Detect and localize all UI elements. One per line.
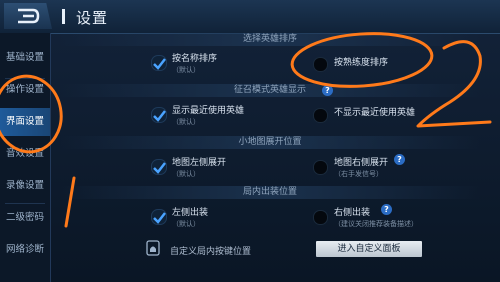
- option-checked[interactable]: [151, 159, 167, 175]
- option-radio[interactable]: [313, 210, 328, 225]
- section-header-draft-display: 征召模式英雄显示: [60, 84, 480, 97]
- sidebar-item-controls[interactable]: 操作设置: [0, 76, 50, 104]
- option-default-note: （默认）: [172, 170, 200, 178]
- sidebar: 基础设置 操作设置 界面设置 音效设置 录像设置 二级密码 网络诊断: [0, 33, 51, 282]
- option-label[interactable]: 显示最近使用英雄: [172, 103, 244, 116]
- top-bar: 设置: [0, 0, 500, 34]
- option-default-note: （默认）: [172, 220, 200, 228]
- option-note: （建议关闭推荐装备描述）: [334, 220, 418, 228]
- option-checked[interactable]: [151, 55, 167, 71]
- section-header-hero-sort: 选择英雄排序: [60, 33, 480, 46]
- option-default-note: （默认）: [172, 66, 200, 74]
- option-radio[interactable]: [313, 57, 328, 72]
- page-title: 设置: [76, 9, 109, 27]
- option-label[interactable]: 不显示最近使用英雄: [334, 105, 415, 118]
- title-accent: [62, 9, 65, 24]
- checkmark-icon: [153, 162, 166, 174]
- help-icon[interactable]: ?: [381, 204, 392, 215]
- section-header-minimap: 小地图展开位置: [60, 136, 480, 149]
- sidebar-item-replay[interactable]: 录像设置: [0, 172, 50, 200]
- option-default-note: （默认）: [172, 118, 200, 126]
- option-label[interactable]: 地图右侧展开: [334, 155, 388, 168]
- settings-content: 选择英雄排序 按名称排序 （默认） 按熟练度排序 征召模式英雄显示 ? 显示最近…: [60, 33, 500, 282]
- help-icon[interactable]: ?: [394, 154, 405, 165]
- option-label[interactable]: 地图左侧展开: [172, 155, 226, 168]
- custom-layout-label: 自定义局内按键位置: [170, 247, 252, 257]
- option-label[interactable]: 按熟练度排序: [334, 55, 388, 68]
- option-checked[interactable]: [151, 209, 167, 225]
- sidebar-item-interface[interactable]: 界面设置: [0, 108, 50, 136]
- option-label[interactable]: 右侧出装: [334, 205, 370, 218]
- back-button[interactable]: [4, 3, 52, 29]
- option-note: （右手发信号）: [334, 170, 383, 178]
- checkmark-icon: [153, 212, 166, 224]
- sidebar-item-basic[interactable]: 基础设置: [0, 44, 50, 72]
- option-radio[interactable]: [313, 108, 328, 123]
- sidebar-item-password[interactable]: 二级密码: [0, 204, 50, 232]
- sidebar-item-sound[interactable]: 音效设置: [0, 140, 50, 168]
- option-checked[interactable]: [151, 107, 167, 123]
- help-icon[interactable]: ?: [322, 85, 333, 96]
- sidebar-item-network[interactable]: 网络诊断: [0, 236, 50, 264]
- custom-panel-button[interactable]: 进入自定义面板: [316, 241, 422, 257]
- checkmark-icon: [153, 110, 166, 122]
- checkmark-icon: [153, 58, 166, 70]
- option-label[interactable]: 按名称排序: [172, 51, 217, 64]
- phone-layout-icon: [146, 240, 160, 256]
- option-radio[interactable]: [313, 160, 328, 175]
- settings-screen: 设置 基础设置 操作设置 界面设置 音效设置 录像设置 二级密码 网络诊断 选择…: [0, 0, 500, 282]
- section-header-item-build: 局内出装位置: [60, 186, 480, 199]
- back-arrow-icon: [18, 8, 40, 24]
- option-label[interactable]: 左侧出装: [172, 205, 208, 218]
